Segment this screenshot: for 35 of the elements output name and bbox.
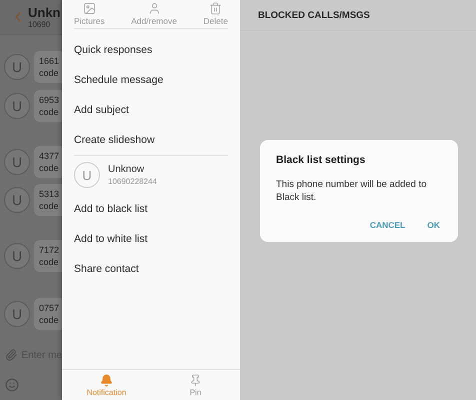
message-bubble: 4377 code xyxy=(34,146,62,178)
message-bubble: 7172 code xyxy=(34,240,62,272)
menu-item[interactable]: Share contact xyxy=(74,254,228,284)
bottom-tab[interactable]: Notification xyxy=(62,370,151,400)
thread-title: Unkn xyxy=(28,5,60,20)
dialog-button[interactable]: CANCEL xyxy=(368,218,408,232)
menu-item[interactable]: Add to white list xyxy=(74,224,228,254)
menu-item[interactable]: Add subject xyxy=(74,95,228,125)
trash-icon xyxy=(209,2,222,15)
dialog-message: This phone number will be added to Black list. xyxy=(276,178,428,204)
bottom-tab[interactable]: Pin xyxy=(151,370,240,400)
pin-icon xyxy=(189,374,202,386)
bell-icon xyxy=(100,374,113,386)
action-button[interactable]: Pictures xyxy=(74,2,105,26)
menu-item[interactable]: Schedule message xyxy=(74,65,228,95)
action-button[interactable]: Add/remove xyxy=(131,2,177,26)
thread-number: 10690 xyxy=(28,20,52,29)
dialog-title: Black list settings xyxy=(276,154,366,166)
menu-item[interactable]: Add to black list xyxy=(74,194,228,224)
menu-item[interactable]: Create slideshow xyxy=(74,125,228,155)
message-bubble: 0757 code xyxy=(34,298,62,330)
person-icon xyxy=(148,2,161,15)
message-bubble: 6953 code xyxy=(34,90,62,122)
contact-avatar: U xyxy=(74,162,100,188)
menu-item[interactable]: Quick responses xyxy=(74,35,228,65)
contact-number: 10690228244 xyxy=(108,177,157,186)
message-bubble: 5313 code xyxy=(34,184,62,216)
attach-icon[interactable] xyxy=(5,348,18,362)
contact-name: Unknow xyxy=(108,164,146,175)
emoji-icon[interactable] xyxy=(5,378,19,392)
action-button[interactable]: Delete xyxy=(203,2,228,26)
screen-title: BLOCKED CALLS/MSGS xyxy=(258,10,370,20)
picture-icon xyxy=(82,2,96,15)
message-bubble: 1661 code xyxy=(34,51,62,83)
dialog-button[interactable]: OK xyxy=(425,218,442,232)
